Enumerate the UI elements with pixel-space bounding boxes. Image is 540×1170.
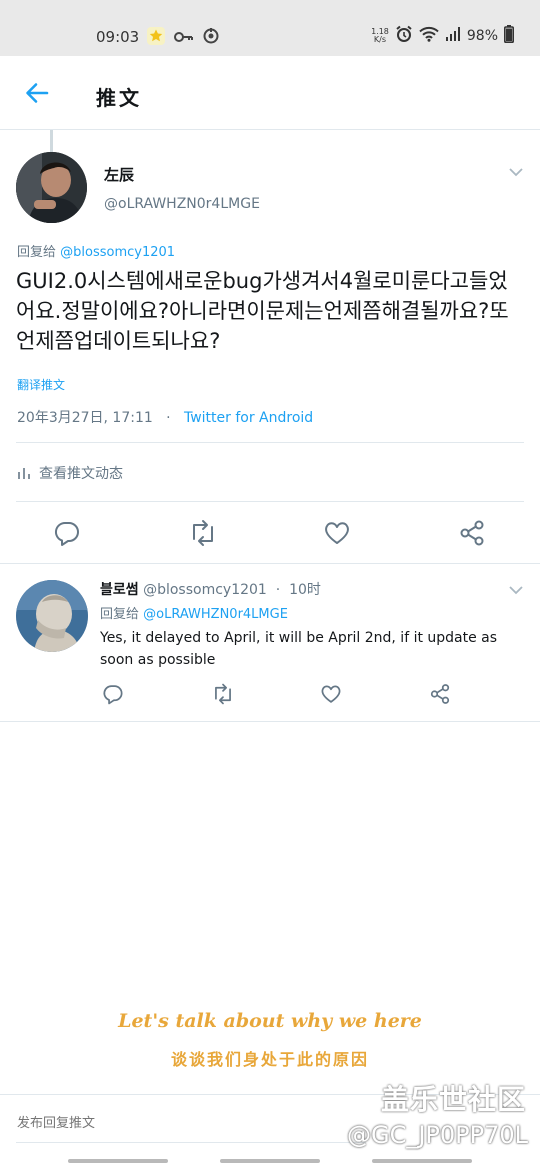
replying-to-label: 回复给 <box>17 245 57 260</box>
speed-unit: K/s <box>373 35 387 44</box>
reply-replying-to: 回复给 @oLRAWHZN0r4LMGE <box>100 603 288 622</box>
status-right: 1.18 K/s 98% <box>371 25 514 47</box>
retweet-icon <box>193 520 213 546</box>
reply-button[interactable] <box>53 519 83 549</box>
tweet-source-link[interactable]: Twitter for Android <box>184 410 313 426</box>
share-icon <box>430 684 450 704</box>
battery-icon <box>504 25 514 47</box>
author-handle[interactable]: @oLRAWHZN0r4LMGE <box>104 196 260 212</box>
arrow-left-icon <box>26 83 49 103</box>
reply-replying-to-label: 回复给 <box>100 607 140 622</box>
thread-connector <box>50 130 53 152</box>
watermark-caption-cn: 谈谈我们身处于此的原因 <box>170 1050 369 1069</box>
back-button[interactable] <box>22 78 52 108</box>
star-icon <box>146 26 166 50</box>
composer-underline <box>16 1142 366 1143</box>
divider <box>16 442 524 443</box>
watermark-site: 盖乐世社区 <box>380 1083 526 1116</box>
wifi-icon <box>419 26 439 46</box>
battery-percent: 98% <box>466 28 498 44</box>
author-name[interactable]: 左辰 <box>104 164 134 185</box>
chevron-down-icon <box>509 586 523 595</box>
reply-author-name[interactable]: 블로썸 <box>100 582 139 598</box>
share-icon <box>460 520 484 546</box>
reply-mention-link[interactable]: @blossomcy1201 <box>60 245 175 260</box>
watermark-user: @GC_JP0PP70L <box>346 1121 528 1149</box>
reply-share-button[interactable] <box>429 683 453 707</box>
bar-chart-icon <box>18 468 30 479</box>
key-icon <box>174 29 194 48</box>
section-divider <box>0 563 540 564</box>
user-photo <box>16 152 87 223</box>
tweet-text: GUI2.0시스템에새로운bug가생겨서4월로미룬다고들었어요.정말이에요?아니… <box>16 269 509 353</box>
reply-time: 10时 <box>289 582 321 598</box>
reply-reply-button[interactable] <box>102 683 126 707</box>
reply-icon <box>103 685 123 705</box>
share-button[interactable] <box>458 519 488 549</box>
tweet-actions <box>0 514 540 554</box>
reply-menu-button[interactable] <box>508 582 524 598</box>
meta-separator: · <box>166 410 171 426</box>
section-divider <box>0 721 540 722</box>
reply-avatar[interactable] <box>16 580 88 652</box>
reply-icon <box>54 521 79 546</box>
page-title: 推文 <box>96 86 142 110</box>
retweet-icon <box>215 683 231 705</box>
retweet-button[interactable] <box>188 519 218 549</box>
tweet-meta: 20年3月27日, 17:11 · Twitter for Android <box>17 407 313 427</box>
avatar[interactable] <box>16 152 87 223</box>
reply-author-handle[interactable]: @blossomcy1201 <box>143 582 267 598</box>
like-button[interactable] <box>323 519 353 549</box>
tweet-date: 20年3月27日, 17:11 <box>17 410 153 426</box>
status-time: 09:03 <box>96 28 140 46</box>
reply-mention-link[interactable]: @oLRAWHZN0r4LMGE <box>143 607 288 622</box>
view-tweet-activity[interactable]: 查看推文动态 <box>17 463 123 483</box>
status-bar: 09:03 1.18 K/s 98% <box>0 0 540 56</box>
reply-text: Yes, it delayed to April, it will be Apr… <box>100 630 498 668</box>
translate-tweet-link[interactable]: 翻译推文 <box>17 376 65 393</box>
nav-home[interactable] <box>220 1159 320 1163</box>
reply-input[interactable] <box>17 1115 317 1130</box>
system-nav-bar <box>0 1150 540 1170</box>
reply-dot: · <box>275 582 281 598</box>
chevron-down-icon <box>509 168 523 177</box>
tweet-menu-button[interactable] <box>508 164 524 180</box>
top-app-bar: 推文 <box>0 56 540 130</box>
network-speed: 1.18 K/s <box>371 28 389 44</box>
reply-retweet-button[interactable] <box>211 683 235 707</box>
heart-icon <box>321 685 341 703</box>
heart-icon <box>325 522 349 544</box>
sync-icon <box>202 27 220 49</box>
statue-photo <box>16 580 88 652</box>
alarm-icon <box>395 25 413 47</box>
reply-header: 블로썸 @blossomcy1201 · 10时 <box>100 579 321 599</box>
nav-back[interactable] <box>372 1159 472 1163</box>
watermark-caption-en: Let's talk about why we here <box>118 1010 422 1032</box>
activity-label: 查看推文动态 <box>39 466 123 482</box>
divider <box>16 501 524 502</box>
signal-icon <box>445 27 461 45</box>
status-left-icons <box>146 26 220 50</box>
replying-to: 回复给 @blossomcy1201 <box>17 241 175 260</box>
reply-like-button[interactable] <box>320 683 344 707</box>
nav-recents[interactable] <box>68 1159 168 1163</box>
